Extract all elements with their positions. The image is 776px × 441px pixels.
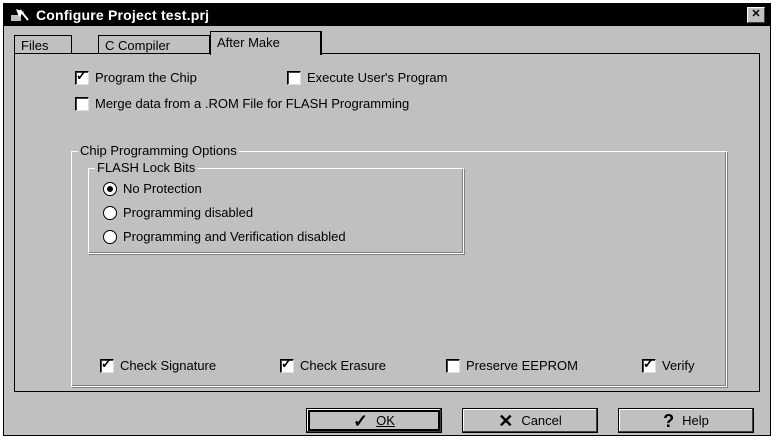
checkbox-box: ✓	[100, 355, 114, 373]
tab-after-make[interactable]: After Make	[210, 31, 322, 55]
project-icon	[10, 8, 30, 22]
ok-button[interactable]: ✓ OK	[306, 408, 442, 433]
dialog-window: Configure Project test.prj ✕ Files C Com…	[3, 3, 771, 436]
question-icon: ?	[663, 410, 675, 431]
checkbox-box	[75, 96, 89, 111]
checkbox-box	[446, 358, 460, 373]
help-button[interactable]: ? Help	[618, 408, 754, 433]
button-label: OK	[376, 413, 395, 428]
group-title: FLASH Lock Bits	[95, 160, 198, 175]
radio-programming-disabled[interactable]: Programming disabled	[103, 205, 253, 220]
tab-files[interactable]: Files	[14, 35, 72, 54]
checkbox-label: Program the Chip	[95, 70, 197, 85]
check-mark-icon: ✓	[101, 355, 112, 371]
chip-programming-group: Chip Programming Options FLASH Lock Bits…	[71, 144, 727, 387]
checkbox-box: ✓	[280, 355, 294, 373]
window-title: Configure Project test.prj	[36, 7, 210, 23]
check-erasure-checkbox[interactable]: ✓ Check Erasure	[280, 355, 386, 373]
check-signature-checkbox[interactable]: ✓ Check Signature	[100, 355, 217, 373]
tab-c-compiler[interactable]: C Compiler	[98, 35, 210, 54]
checkbox-box: ✓	[642, 355, 656, 373]
checkbox-box	[287, 70, 301, 85]
radio-programming-verification-disabled[interactable]: Programming and Verification disabled	[103, 229, 346, 244]
button-label: Help	[682, 413, 709, 428]
radio-button	[103, 229, 117, 244]
radio-label: Programming disabled	[123, 205, 254, 220]
cancel-button[interactable]: ✕ Cancel	[462, 408, 598, 433]
checkbox-box: ✓	[75, 67, 89, 85]
tab-label: After Make	[217, 35, 280, 50]
radio-button	[103, 181, 117, 196]
checkbox-label: Check Erasure	[300, 358, 386, 373]
group-title: Chip Programming Options	[78, 143, 239, 158]
merge-rom-checkbox[interactable]: Merge data from a .ROM File for FLASH Pr…	[75, 96, 409, 111]
close-button[interactable]: ✕	[747, 7, 765, 23]
checkbox-label: Verify	[662, 358, 695, 373]
close-icon: ✕	[751, 8, 761, 20]
verify-checkbox[interactable]: ✓ Verify	[642, 355, 695, 373]
program-chip-checkbox[interactable]: ✓ Program the Chip	[75, 67, 197, 85]
radio-dot-icon	[107, 185, 113, 192]
check-mark-icon: ✓	[281, 355, 292, 371]
checkbox-label: Check Signature	[120, 358, 217, 373]
checkbox-label: Merge data from a .ROM File for FLASH Pr…	[95, 96, 410, 111]
after-make-panel: ✓ Program the Chip Execute User's Progra…	[14, 53, 760, 392]
flash-lock-bits-group: FLASH Lock Bits No Protection Programmin…	[88, 161, 464, 254]
tab-label: Files	[21, 38, 49, 53]
checkbox-label: Execute User's Program	[307, 70, 448, 85]
check-mark-icon: ✓	[76, 67, 87, 83]
radio-label: No Protection	[123, 181, 202, 196]
x-icon: ✕	[498, 410, 514, 431]
radio-button	[103, 205, 117, 220]
button-label: Cancel	[521, 413, 562, 428]
title-bar[interactable]: Configure Project test.prj ✕	[4, 4, 770, 26]
checkbox-label: Preserve EEPROM	[466, 358, 578, 373]
radio-label: Programming and Verification disabled	[123, 229, 346, 244]
preserve-eeprom-checkbox[interactable]: Preserve EEPROM	[446, 358, 578, 373]
tab-label: C Compiler	[105, 38, 171, 53]
radio-no-protection[interactable]: No Protection	[103, 181, 202, 196]
check-mark-icon: ✓	[643, 355, 654, 371]
execute-program-checkbox[interactable]: Execute User's Program	[287, 70, 447, 85]
checkmark-icon: ✓	[353, 410, 369, 431]
